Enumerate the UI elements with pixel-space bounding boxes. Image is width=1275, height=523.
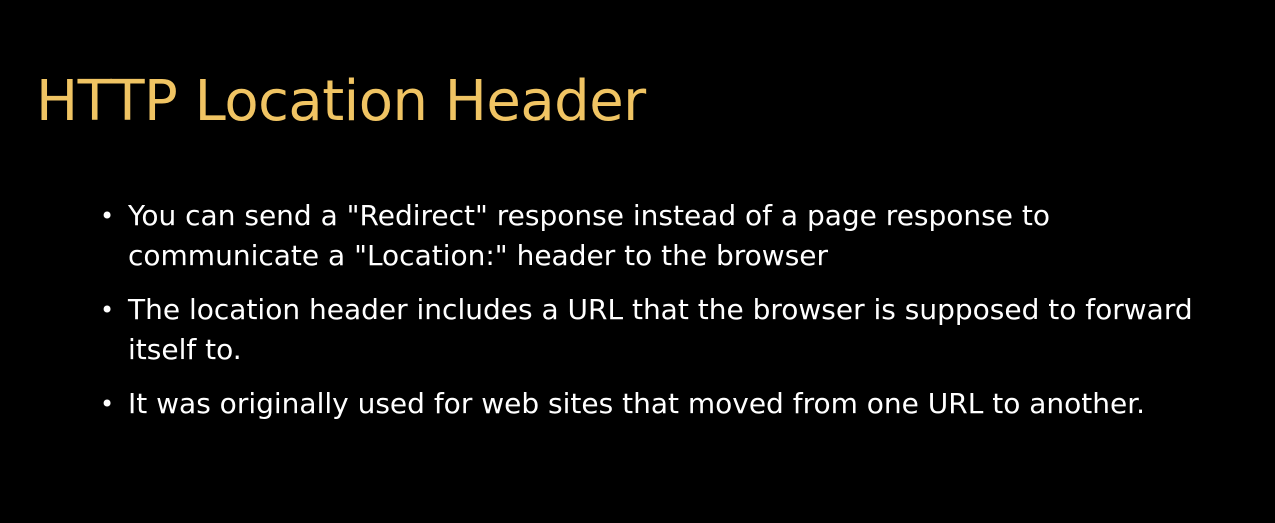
- slide-title: HTTP Location Header: [36, 69, 646, 134]
- bullet-text-history: It was originally used for web sites tha…: [128, 387, 1146, 420]
- bullet-dot-icon: •: [100, 390, 115, 418]
- bullet-dot-icon: •: [100, 296, 115, 324]
- bullet-item: • You can send a "Redirect" response ins…: [98, 196, 1208, 276]
- bullet-text-redirect: You can send a "Redirect" response inste…: [128, 199, 1050, 272]
- bullet-list: • You can send a "Redirect" response ins…: [98, 196, 1208, 438]
- bullet-item: • It was originally used for web sites t…: [98, 384, 1208, 424]
- slide: HTTP Location Header • You can send a "R…: [0, 0, 1275, 523]
- bullet-text-location-url: The location header includes a URL that …: [128, 293, 1193, 366]
- bullet-dot-icon: •: [100, 202, 115, 230]
- bullet-item: • The location header includes a URL tha…: [98, 290, 1208, 370]
